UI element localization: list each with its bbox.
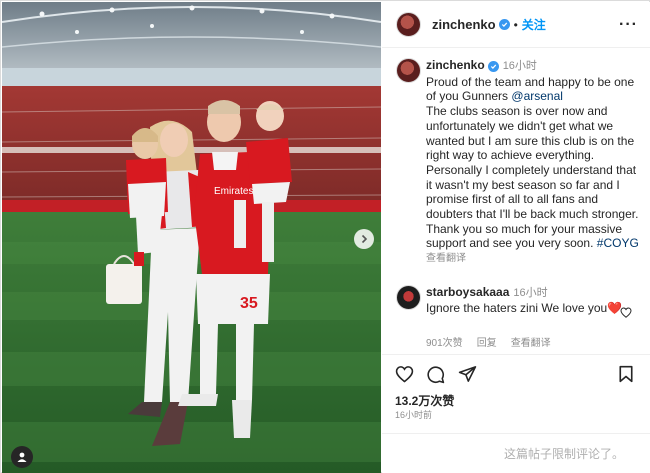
caption-text-part: The clubs season is over now and unfortu… (426, 104, 639, 251)
comment-time[interactable]: 16小时 (513, 287, 547, 299)
post-photo: Emirates 35 (2, 2, 381, 473)
comments-section: zinchenko 16小时 Proud of the team and happ… (382, 49, 650, 352)
action-bar: 13.2万次赞 16小时前 (382, 354, 650, 424)
avatar[interactable] (396, 12, 421, 37)
tagged-users-button[interactable] (11, 446, 33, 468)
chevron-right-icon (361, 234, 368, 244)
follow-button[interactable]: 关注 (522, 16, 546, 33)
post-modal: Emirates 35 zinchenko • 关注 ··· zinchenko… (0, 0, 650, 473)
jersey-sponsor: Emirates (214, 186, 253, 197)
mention-link[interactable]: @arsenal (511, 89, 563, 103)
likes-count[interactable]: 13.2万次赞 (395, 392, 454, 409)
like-comment-heart-icon[interactable] (620, 307, 632, 318)
comment-text: Ignore the haters zini We love you (426, 301, 608, 315)
avatar[interactable] (396, 58, 421, 83)
comment-likes: 901次赞 (426, 338, 463, 349)
share-paper-plane-icon[interactable] (458, 365, 477, 383)
jersey-number: 35 (240, 295, 258, 312)
see-translation-link[interactable]: 查看翻译 (511, 334, 551, 349)
verified-badge-icon (498, 19, 510, 30)
comment-bubble-icon[interactable] (426, 365, 445, 384)
caption-username[interactable]: zinchenko (426, 58, 485, 72)
caption-text: Proud of the team and happy to be one of… (426, 75, 642, 251)
comment-meta: 901次赞 回复 查看翻译 (426, 334, 551, 349)
comment-username[interactable]: starboysakaaa (426, 285, 509, 299)
post-timestamp[interactable]: 16小时前 (395, 408, 432, 421)
like-heart-icon[interactable] (395, 365, 414, 383)
author-username[interactable]: zinchenko (432, 17, 496, 32)
hashtag-link[interactable]: #COYG (597, 236, 639, 250)
comments-restricted-notice: 这篇帖子限制评论了。 (382, 433, 650, 473)
caption-time[interactable]: 16小时 (503, 60, 537, 72)
stadium-photo: Emirates 35 (2, 2, 381, 473)
separator-dot: • (513, 17, 518, 32)
more-options-icon[interactable]: ··· (619, 16, 638, 32)
avatar[interactable] (396, 285, 421, 310)
user-icon (17, 452, 27, 462)
see-translation-link[interactable]: 查看翻译 (426, 252, 642, 267)
next-image-button[interactable] (354, 229, 374, 249)
reply-button[interactable]: 回复 (477, 334, 497, 349)
post-details-panel: zinchenko • 关注 ··· zinchenko 16小时 Proud o… (382, 2, 650, 473)
post-header: zinchenko • 关注 ··· (382, 2, 650, 48)
save-bookmark-icon[interactable] (618, 365, 634, 383)
verified-badge-icon (487, 61, 499, 72)
